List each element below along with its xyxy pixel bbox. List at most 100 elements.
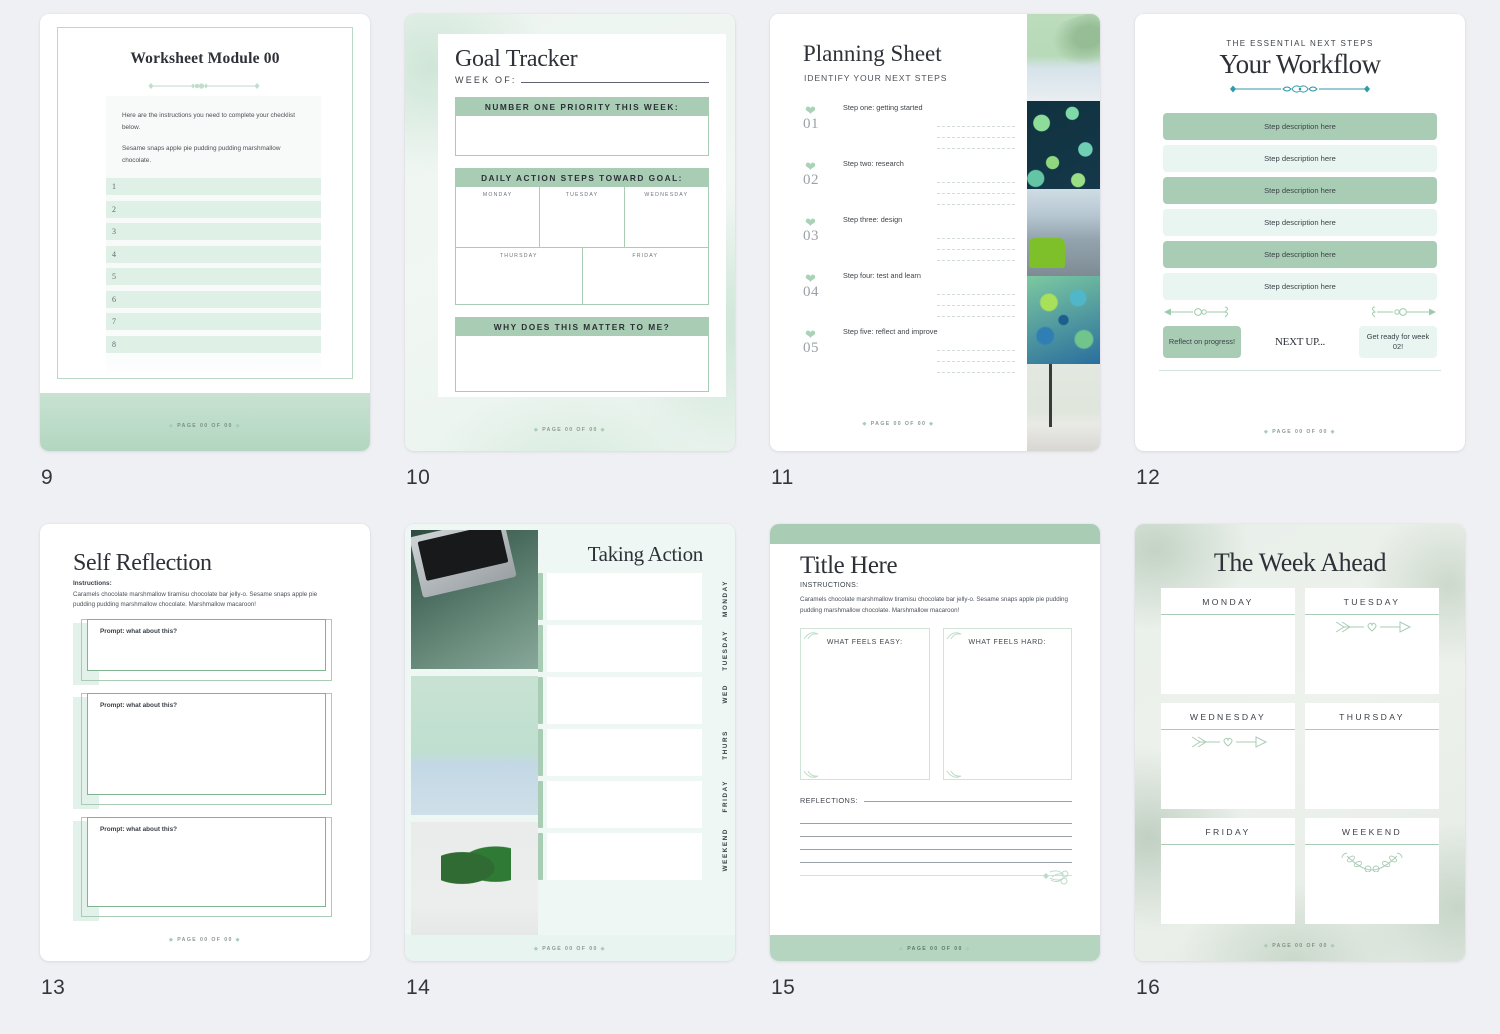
day-cell-thursday[interactable]: THURSDAY [456,248,583,304]
row-write-area[interactable] [547,833,702,880]
day-cell-friday[interactable]: FRIDAY [583,248,709,304]
get-ready-pill[interactable]: Get ready for week 02! [1359,326,1437,358]
floral-branch-ornament [1305,845,1439,877]
prompt-box[interactable]: Prompt: what about this? [87,816,326,907]
step-write-lines[interactable] [937,116,1015,149]
page-card-title-here[interactable]: Title Here INSTRUCTIONS: Caramels chocol… [770,524,1100,961]
step-item[interactable]: ❤ 03 Step three: design [803,211,1019,267]
reflections-lines[interactable] [800,811,1072,877]
laptop-on-green-fabric-photo [411,530,538,669]
footer-text: PAGE 00 OF 00 [177,423,233,429]
daily-steps-block: DAILY ACTION STEPS TOWARD GOAL: MONDAY T… [455,168,709,305]
thumbnail-page-number: 12 [1136,466,1161,489]
checklist-item[interactable]: 8 [106,335,321,353]
instructions-body: Caramels chocolate marshmallow tiramisu … [73,591,318,608]
row-write-area[interactable] [547,573,702,620]
day-cell-tuesday[interactable]: TUESDAY [1305,588,1439,694]
workflow-step[interactable]: Step description here [1163,113,1437,140]
arrow-ornaments [1163,305,1437,324]
workflow-step[interactable]: Step description here [1163,177,1437,204]
week-of-field[interactable]: WEEK OF: [455,75,709,85]
page-card-self-reflection[interactable]: Self Reflection Instructions: Caramels c… [40,524,370,961]
workflow-step[interactable]: Step description here [1163,241,1437,268]
step-write-lines[interactable] [937,284,1015,317]
what-feels-easy-box[interactable]: WHAT FEELS EASY: [800,628,930,781]
day-cell-monday[interactable]: MONDAY [1161,588,1295,694]
row-write-area[interactable] [547,781,702,828]
day-row[interactable] [538,781,702,828]
day-row[interactable] [538,677,702,724]
step-write-lines[interactable] [937,172,1015,205]
step-item[interactable]: ❤ 01 Step one: getting started [803,99,1019,155]
why-input-area[interactable] [455,336,709,392]
day-row[interactable] [538,729,702,776]
what-feels-hard-box[interactable]: WHAT FEELS HARD: [942,628,1072,781]
step-write-lines[interactable] [937,340,1015,373]
checklist-item[interactable]: 5 [106,268,321,286]
page-title: Taking Action [587,542,704,566]
page-footer: ◆ PAGE 00 OF 00 ◆ [1135,429,1465,435]
arrow-heart-ornament [1161,730,1295,754]
checklist-item[interactable]: 7 [106,313,321,331]
step-label: Step four: test and learn [843,271,921,280]
day-cell-friday[interactable]: FRIDAY [1161,818,1295,924]
day-row[interactable] [538,625,702,672]
day-label-thurs: THURS [722,730,729,760]
reflect-on-progress-pill[interactable]: Reflect on progress! [1163,326,1241,358]
priority-input-area[interactable] [455,116,709,156]
instructions-header: Instructions: [73,580,112,587]
step-item[interactable]: ❤ 04 Step four: test and learn [803,267,1019,323]
row-write-area[interactable] [547,625,702,672]
workflow-step[interactable]: Step description here [1163,273,1437,300]
step-item[interactable]: ❤ 02 Step two: research [803,155,1019,211]
day-cell-thursday[interactable]: THURSDAY [1305,703,1439,809]
write-line[interactable] [800,824,1072,838]
arrow-left-ornament [1163,305,1300,324]
day-cell-wednesday[interactable]: WEDNESDAY [1161,703,1295,809]
row-write-area[interactable] [547,677,702,724]
day-cell-weekend[interactable]: WEEKEND [1305,818,1439,924]
footer-text: PAGE 00 OF 00 [542,427,598,433]
step-number: 01 [803,116,819,132]
footer-diamond-icon: ◆ [235,937,242,943]
page-card-planning-sheet[interactable]: Planning Sheet IDENTIFY YOUR NEXT STEPS … [770,14,1100,451]
prompt-box[interactable]: Prompt: what about this? [87,618,326,671]
write-line[interactable] [800,837,1072,851]
top-band [770,524,1100,544]
palm-shadow-photo [1027,14,1100,102]
write-line[interactable] [800,811,1072,825]
green-office-chair-photo [1027,188,1100,277]
page-title: Self Reflection [73,550,212,576]
step-item[interactable]: ❤ 05 Step five: reflect and improve [803,323,1019,379]
step-number: 04 [803,284,819,300]
day-cell-tuesday[interactable]: TUESDAY [540,187,625,247]
prompt-box[interactable]: Prompt: what about this? [87,692,326,795]
page-card-the-week-ahead[interactable]: The Week Ahead MONDAY TUESDAY WEDNESDAY … [1135,524,1465,961]
step-write-lines[interactable] [937,228,1015,261]
page-card-worksheet-module[interactable]: Worksheet Module 00 Here are the instruc… [40,14,370,451]
day-row[interactable] [538,833,702,880]
next-up-label: NEXT UP... [1275,335,1325,348]
checklist-item[interactable]: 6 [106,290,321,308]
page-footer: ◆ PAGE 00 OF 00 ◆ [40,937,370,943]
page-title: Worksheet Module 00 [130,50,280,67]
page-card-taking-action[interactable]: Taking Action MONDAY TUESDAY WED THURS F… [405,524,735,961]
row-write-area[interactable] [547,729,702,776]
page-card-your-workflow[interactable]: THE ESSENTIAL NEXT STEPS Your Workflow S… [1135,14,1465,451]
footer-diamond-icon: ◆ [862,421,868,427]
checklist-item[interactable]: 2 [106,200,321,218]
checklist-item[interactable]: 4 [106,245,321,263]
reflections-field[interactable]: REFLECTIONS: [800,796,1072,805]
thumbnail-page-number: 11 [771,466,794,489]
day-cell-wednesday[interactable]: WEDNESDAY [625,187,708,247]
day-cell-monday[interactable]: MONDAY [456,187,541,247]
prompt-label: Prompt: what about this? [100,701,178,709]
workflow-step[interactable]: Step description here [1163,209,1437,236]
day-row[interactable] [538,573,702,620]
checklist-item[interactable]: 1 [106,178,321,196]
checklist-item[interactable]: 3 [106,223,321,241]
page-card-goal-tracker[interactable]: Goal Tracker WEEK OF: NUMBER ONE PRIORIT… [405,14,735,451]
row-accent-bar [538,729,543,776]
write-line[interactable] [800,850,1072,864]
workflow-step[interactable]: Step description here [1163,145,1437,172]
